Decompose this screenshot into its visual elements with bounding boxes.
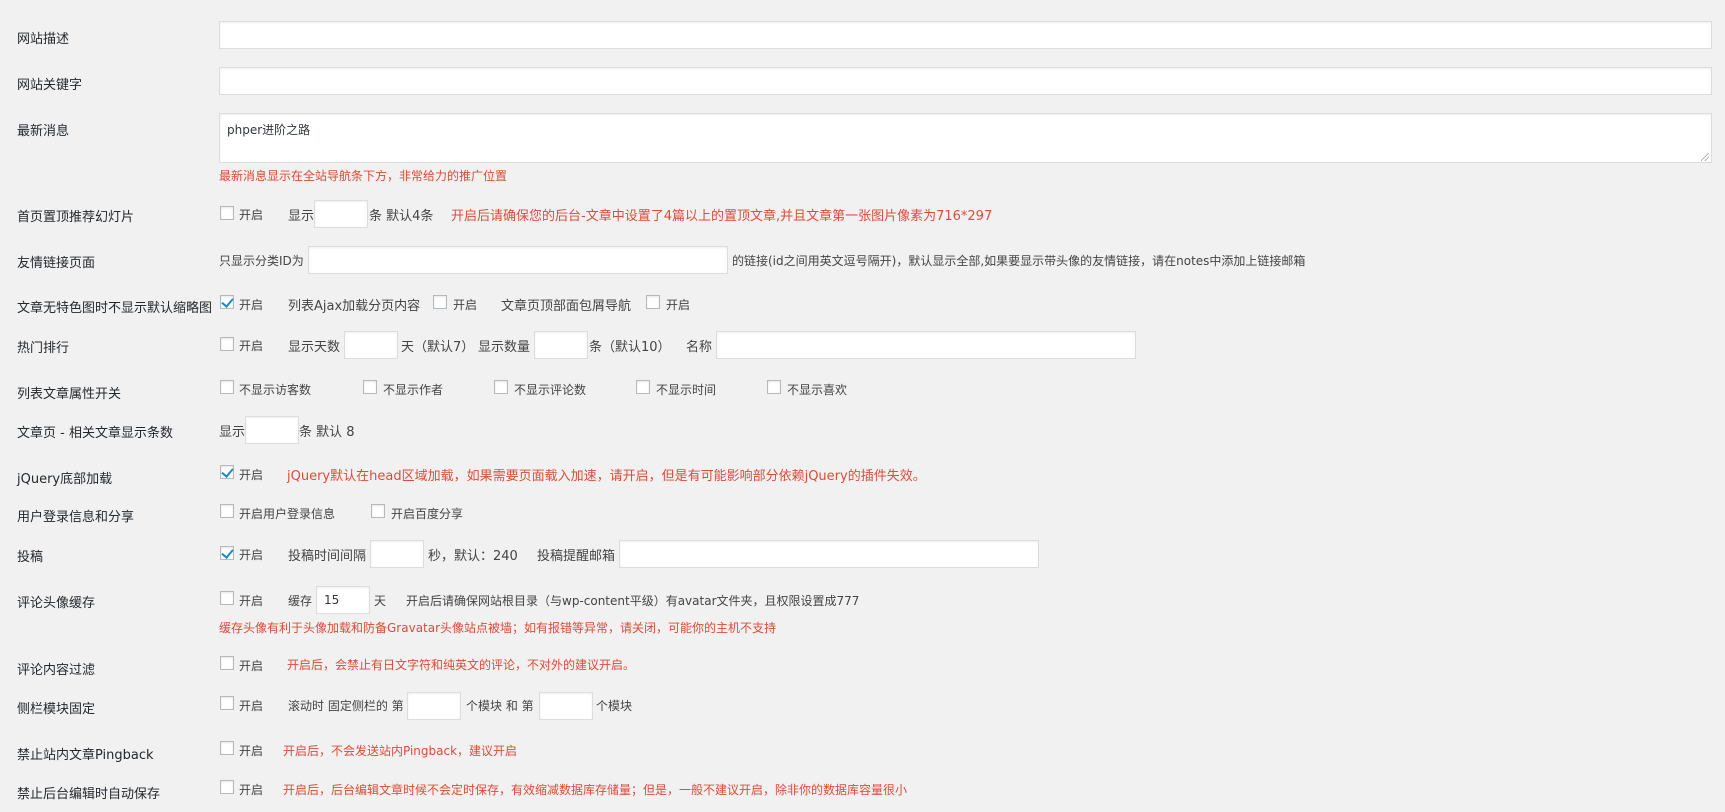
sidebar-fixed-label: 侧栏模块固定 [17,702,96,717]
latest-news-label: 最新消息 [17,124,70,139]
contribute-interval-suffix: 秒，默认：240 [428,549,518,564]
no-thumbnail-checkbox[interactable] [220,295,234,309]
comment-filter-label: 评论内容过滤 [17,663,96,678]
sidebar-fixed-checkbox[interactable] [220,696,234,710]
hide-visitors-label: 不显示访客数 [239,383,312,397]
avatar-cache-label: 评论头像缓存 [17,596,96,611]
latest-news-textarea[interactable]: phper进阶之路 [219,113,1712,163]
contribute-interval-input[interactable] [370,540,424,568]
hide-visitors-checkbox[interactable] [220,380,234,394]
contribute-enable-label: 开启 [239,548,264,562]
user-login-share-label: 用户登录信息和分享 [17,510,135,525]
related-posts-prefix: 显示 [219,425,246,440]
friend-links-suffix: 的链接(id之间用英文逗号隔开)，默认显示全部,如果要显示带头像的友情链接，请在… [732,254,1306,268]
contribute-email-input[interactable] [619,540,1039,568]
disable-autosave-label: 禁止后台编辑时自动保存 [17,787,161,802]
hot-ranking-checkbox[interactable] [220,337,234,351]
no-thumbnail-label: 文章无特色图时不显示默认缩略图 [17,301,213,316]
hide-time-checkbox[interactable] [636,380,650,394]
user-login-info-checkbox[interactable] [220,504,234,518]
hide-author-checkbox[interactable] [363,380,377,394]
hide-likes-label: 不显示喜欢 [787,383,848,397]
disable-autosave-enable-label: 开启 [239,783,264,797]
home-slider-show-prefix: 显示 [288,209,315,224]
hot-ranking-label: 热门排行 [17,341,70,356]
home-slider-checkbox[interactable] [220,206,234,220]
hide-comments-label: 不显示评论数 [514,383,587,397]
related-posts-count-input[interactable] [245,416,299,444]
list-attributes-label: 列表文章属性开关 [17,387,122,402]
avatar-cache-note: 开启后请确保网站根目录（与wp-content平级）有avatar文件夹，且权限… [406,594,860,608]
related-posts-label: 文章页 - 相关文章显示条数 [17,426,173,441]
friend-links-label: 友情链接页面 [17,256,96,271]
avatar-cache-days-suffix: 天 [374,594,387,608]
hot-ranking-name-label: 名称 [686,340,713,355]
disable-autosave-hint: 开启后，后台编辑文章时候不会定时保存，有效缩减数据库存储量；但是，一般不建议开启… [283,783,908,797]
sidebar-fixed-middle: 个模块 和 第 [466,699,534,713]
baidu-share-checkbox[interactable] [371,504,385,518]
site-description-label: 网站描述 [17,32,70,47]
breadcrumb-nav-enable-label: 开启 [666,298,691,312]
ajax-paging-checkbox[interactable] [433,295,447,309]
disable-pingback-checkbox[interactable] [220,741,234,755]
sidebar-fixed-prefix: 滚动时 固定侧栏的 第 [288,699,404,713]
avatar-cache-days-input[interactable] [316,586,370,614]
home-slider-enable-label: 开启 [239,208,264,222]
hide-likes-checkbox[interactable] [767,380,781,394]
site-keywords-input[interactable] [219,67,1712,95]
jquery-footer-label: jQuery底部加载 [17,472,113,487]
contribute-interval-label: 投稿时间间隔 [288,549,367,564]
user-login-info-label: 开启用户登录信息 [239,507,336,521]
site-keywords-label: 网站关键字 [17,78,83,93]
friend-links-prefix: 只显示分类ID为 [219,254,304,268]
hot-ranking-days-label: 显示天数 [288,340,341,355]
hot-ranking-count-label: 显示数量 [478,340,531,355]
avatar-cache-days-label: 缓存 [288,594,313,608]
hot-ranking-count-input[interactable] [534,331,588,359]
home-slider-hint: 开启后请确保您的后台-文章中设置了4篇以上的置顶文章,并且文章第一张图片像素为7… [451,209,993,224]
avatar-cache-enable-label: 开启 [239,594,264,608]
comment-filter-enable-label: 开启 [239,659,264,673]
avatar-cache-hint: 缓存头像有利于头像加载和防备Gravatar头像站点被墙；如有报错等异常，请关闭… [219,621,777,635]
hot-ranking-days-input[interactable] [344,331,398,359]
hot-ranking-days-suffix: 天（默认7） [401,340,475,355]
hide-time-label: 不显示时间 [656,383,717,397]
home-slider-label: 首页置顶推荐幻灯片 [17,210,135,225]
sidebar-fixed-suffix: 个模块 [596,699,633,713]
disable-autosave-checkbox[interactable] [220,780,234,794]
baidu-share-label: 开启百度分享 [391,507,464,521]
jquery-footer-checkbox[interactable] [220,465,234,479]
friend-links-ids-input[interactable] [308,246,728,274]
site-description-input[interactable] [219,21,1712,49]
home-slider-suffix: 条 默认4条 [369,209,434,224]
jquery-footer-hint: jQuery默认在head区域加载，如果需要页面载入加速，请开启，但是有可能影响… [287,469,926,484]
related-posts-suffix: 条 默认 8 [299,425,355,440]
latest-news-hint: 最新消息显示在全站导航条下方，非常给力的推广位置 [219,169,508,183]
home-slider-count-input[interactable] [314,200,368,228]
sidebar-fixed-second-input[interactable] [539,692,593,720]
contribute-checkbox[interactable] [220,546,234,560]
ajax-paging-label: 列表Ajax加载分页内容 [288,299,421,314]
disable-pingback-enable-label: 开启 [239,744,264,758]
breadcrumb-nav-checkbox[interactable] [646,295,660,309]
contribute-label: 投稿 [17,550,44,565]
comment-filter-checkbox[interactable] [220,656,234,670]
resize-grip-icon[interactable] [1701,153,1709,161]
contribute-email-label: 投稿提醒邮箱 [537,549,616,564]
ajax-paging-enable-label: 开启 [453,298,478,312]
hide-comments-checkbox[interactable] [494,380,508,394]
no-thumbnail-enable-label: 开启 [239,298,264,312]
comment-filter-hint: 开启后，会禁止有日文字符和纯英文的评论，不对外的建议开启。 [287,658,636,672]
sidebar-fixed-enable-label: 开启 [239,699,264,713]
disable-pingback-hint: 开启后，不会发送站内Pingback，建议开启 [283,744,518,758]
hot-ranking-enable-label: 开启 [239,339,264,353]
avatar-cache-checkbox[interactable] [220,591,234,605]
hide-author-label: 不显示作者 [383,383,444,397]
jquery-footer-enable-label: 开启 [239,468,264,482]
hot-ranking-name-input[interactable] [716,331,1136,359]
disable-pingback-label: 禁止站内文章Pingback [17,748,154,763]
sidebar-fixed-first-input[interactable] [407,692,461,720]
breadcrumb-nav-label: 文章页顶部面包屑导航 [501,299,632,314]
hot-ranking-count-suffix: 条（默认10） [589,340,671,355]
